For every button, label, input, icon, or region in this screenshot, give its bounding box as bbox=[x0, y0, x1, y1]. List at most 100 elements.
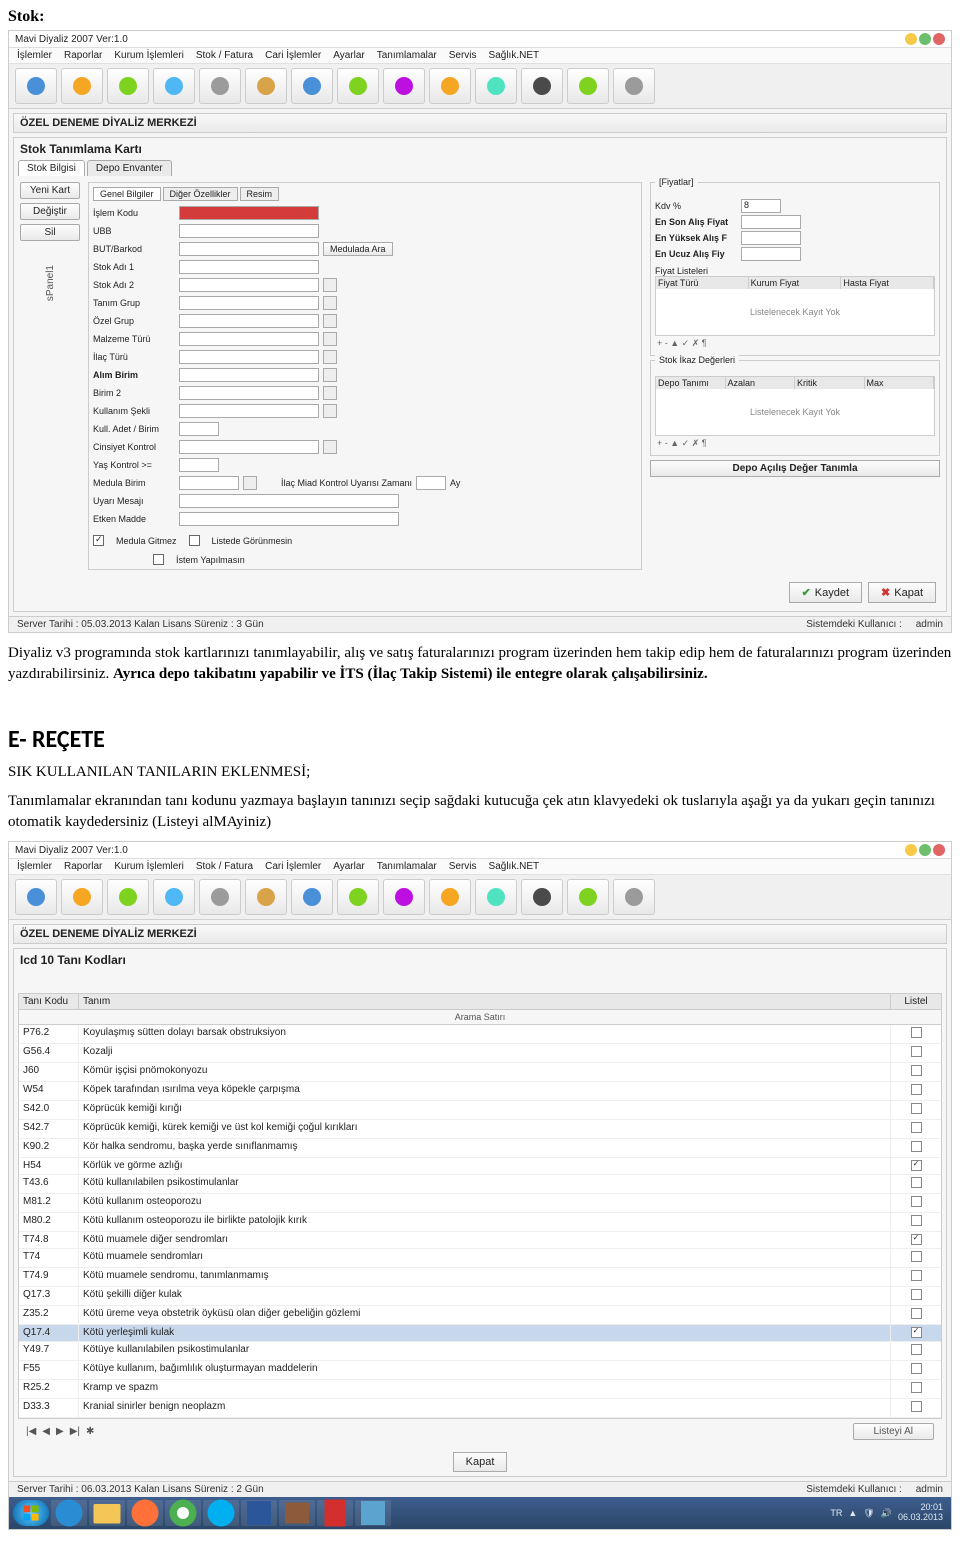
drop-medula-birim[interactable] bbox=[243, 476, 257, 490]
table-row[interactable]: G56.4Kozalji bbox=[19, 1044, 941, 1063]
row-checkbox[interactable] bbox=[911, 1065, 922, 1076]
cell-check[interactable] bbox=[891, 1158, 941, 1174]
row-checkbox[interactable] bbox=[911, 1251, 922, 1262]
row-checkbox[interactable] bbox=[911, 1382, 922, 1393]
toolbar-button-6[interactable] bbox=[291, 68, 333, 104]
toolbar-button-8[interactable] bbox=[383, 68, 425, 104]
cell-check[interactable] bbox=[891, 1101, 941, 1119]
table-row[interactable]: T74.8Kötü muamele diğer sendromları bbox=[19, 1232, 941, 1249]
menu-item-1[interactable]: Raporlar bbox=[64, 50, 102, 61]
toolbar-button-3[interactable] bbox=[153, 68, 195, 104]
drop-cinsiyet[interactable] bbox=[323, 440, 337, 454]
cell-check[interactable] bbox=[891, 1232, 941, 1248]
cell-check[interactable] bbox=[891, 1399, 941, 1417]
yeni-kart-button[interactable]: Yeni Kart bbox=[20, 182, 80, 199]
toolbar-button-0[interactable] bbox=[15, 879, 57, 915]
table-row[interactable]: T74Kötü muamele sendromları bbox=[19, 1249, 941, 1268]
taskbar-firefox-icon[interactable] bbox=[127, 1500, 163, 1526]
chk-listede-gorunmesin[interactable] bbox=[189, 535, 200, 546]
cell-check[interactable] bbox=[891, 1120, 941, 1138]
drop-ozel-grup[interactable] bbox=[323, 314, 337, 328]
toolbar-button-7[interactable] bbox=[337, 68, 379, 104]
table-row[interactable]: H54Körlük ve görme azlığı bbox=[19, 1158, 941, 1175]
menu-item-0[interactable]: İşlemler bbox=[17, 50, 52, 61]
input-ubb[interactable] bbox=[179, 224, 319, 238]
table-row[interactable]: S42.7Köprücük kemiği, kürek kemiği ve üs… bbox=[19, 1120, 941, 1139]
drop-malzeme-turu[interactable] bbox=[323, 332, 337, 346]
tray-network-icon[interactable]: 🛡 bbox=[863, 1508, 874, 1519]
row-checkbox[interactable] bbox=[911, 1363, 922, 1374]
table-row[interactable]: Z35.2Kötü üreme veya obstetrik öyküsü ol… bbox=[19, 1306, 941, 1325]
minimize-icon-2[interactable] bbox=[905, 844, 917, 856]
input-etken[interactable] bbox=[179, 512, 399, 526]
taskbar-chrome-icon[interactable] bbox=[165, 1500, 201, 1526]
toolbar-button-0[interactable] bbox=[15, 68, 57, 104]
listeyi-al-button[interactable]: Listeyi Al bbox=[853, 1423, 934, 1440]
row-checkbox[interactable] bbox=[911, 1270, 922, 1281]
pager-prev-icon[interactable]: ◀ bbox=[42, 1426, 50, 1437]
toolbar-button-12[interactable] bbox=[567, 879, 609, 915]
menu-item-7[interactable]: Servis bbox=[449, 50, 477, 61]
menu-item-6[interactable]: Tanımlamalar bbox=[377, 861, 437, 872]
input-cinsiyet[interactable] bbox=[179, 440, 319, 454]
cell-check[interactable] bbox=[891, 1287, 941, 1305]
taskbar-winrar-icon[interactable] bbox=[279, 1500, 315, 1526]
close-icon[interactable] bbox=[933, 33, 945, 45]
table-row[interactable]: F55Kötüye kullanım, bağımlılık oluşturma… bbox=[19, 1361, 941, 1380]
subtab-genel[interactable]: Genel Bilgiler bbox=[93, 187, 161, 201]
degistir-button[interactable]: Değiştir bbox=[20, 203, 80, 220]
row-checkbox[interactable] bbox=[911, 1215, 922, 1226]
table-row[interactable]: Q17.4Kötü yerleşimli kulak bbox=[19, 1325, 941, 1342]
row-checkbox[interactable] bbox=[911, 1289, 922, 1300]
toolbar-button-9[interactable] bbox=[429, 879, 471, 915]
drop-alim-birim[interactable] bbox=[323, 368, 337, 382]
menu-item-2[interactable]: Kurum İşlemleri bbox=[114, 861, 183, 872]
input-uyari[interactable] bbox=[179, 494, 399, 508]
cell-check[interactable] bbox=[891, 1268, 941, 1286]
taskbar-app-icon[interactable] bbox=[355, 1500, 391, 1526]
row-checkbox[interactable] bbox=[911, 1196, 922, 1207]
chk-istem-yapilmasin[interactable] bbox=[153, 554, 164, 565]
input-ozel-grup[interactable] bbox=[179, 314, 319, 328]
menu-item-8[interactable]: Sağlık.NET bbox=[489, 861, 540, 872]
start-button[interactable] bbox=[13, 1500, 49, 1526]
menu-item-8[interactable]: Sağlık.NET bbox=[489, 50, 540, 61]
table-row[interactable]: S42.0Köprücük kemiği kırığı bbox=[19, 1101, 941, 1120]
table-row[interactable]: K90.2Kör halka sendromu, başka yerde sın… bbox=[19, 1139, 941, 1158]
input-ilac-turu[interactable] bbox=[179, 350, 319, 364]
menu-item-3[interactable]: Stok / Fatura bbox=[196, 50, 253, 61]
pager-first-icon[interactable]: |◀ bbox=[26, 1426, 36, 1437]
input-ilac-miad[interactable] bbox=[416, 476, 446, 490]
col-listel[interactable]: Listel bbox=[891, 994, 941, 1009]
close-icon-2[interactable] bbox=[933, 844, 945, 856]
sil-button[interactable]: Sil bbox=[20, 224, 80, 241]
subtab-resim[interactable]: Resim bbox=[240, 187, 280, 201]
kapat-button-2[interactable]: Kapat bbox=[453, 1452, 508, 1472]
menu-item-6[interactable]: Tanımlamalar bbox=[377, 50, 437, 61]
table-row[interactable]: D33.3Kranial sinirler benign neoplazm bbox=[19, 1399, 941, 1418]
input-kull-adet[interactable] bbox=[179, 422, 219, 436]
cell-check[interactable] bbox=[891, 1082, 941, 1100]
col-tanim[interactable]: Tanım bbox=[79, 994, 891, 1009]
taskbar-ie-icon[interactable] bbox=[51, 1500, 87, 1526]
row-checkbox[interactable] bbox=[911, 1141, 922, 1152]
tray-clock[interactable]: 20:01 06.03.2013 bbox=[898, 1503, 943, 1523]
drop-birim2[interactable] bbox=[323, 386, 337, 400]
kaydet-button[interactable]: ✔Kaydet bbox=[789, 582, 862, 603]
cell-check[interactable] bbox=[891, 1342, 941, 1360]
table-row[interactable]: T43.6Kötü kullanılabilen psikostimulanla… bbox=[19, 1175, 941, 1194]
cell-check[interactable] bbox=[891, 1213, 941, 1231]
toolbar-button-4[interactable] bbox=[199, 68, 241, 104]
row-checkbox[interactable] bbox=[911, 1027, 922, 1038]
table-row[interactable]: T74.9Kötü muamele sendromu, tanımlanmamı… bbox=[19, 1268, 941, 1287]
drop-tanim-grup[interactable] bbox=[323, 296, 337, 310]
table-row[interactable]: R25.2Kramp ve spazm bbox=[19, 1380, 941, 1399]
row-checkbox[interactable] bbox=[911, 1160, 922, 1171]
pager-last-icon[interactable]: ▶| bbox=[70, 1426, 80, 1437]
depo-acilis-button[interactable]: Depo Açılış Değer Tanımla bbox=[650, 460, 940, 477]
input-kdv[interactable]: 8 bbox=[741, 199, 781, 213]
input-medula-birim[interactable] bbox=[179, 476, 239, 490]
toolbar-button-13[interactable] bbox=[613, 68, 655, 104]
input-islem-kodu[interactable] bbox=[179, 206, 319, 220]
toolbar-button-5[interactable] bbox=[245, 879, 287, 915]
